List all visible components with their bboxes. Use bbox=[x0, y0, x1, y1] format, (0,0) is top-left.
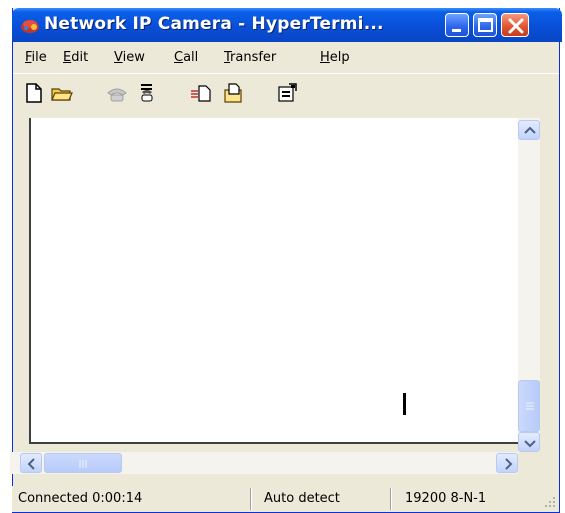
window-title: Network IP Camera - HyperTermi... bbox=[44, 14, 384, 34]
chevron-down-icon bbox=[524, 440, 536, 448]
chevron-left-icon bbox=[27, 458, 35, 470]
scroll-left-button[interactable] bbox=[20, 453, 42, 473]
grip-lines-icon bbox=[526, 402, 534, 410]
status-divider bbox=[250, 488, 252, 510]
menu-help[interactable]: Help bbox=[320, 50, 350, 65]
minimize-icon bbox=[452, 29, 461, 32]
title-bar[interactable]: Network IP Camera - HyperTermi... bbox=[12, 8, 562, 42]
open-icon[interactable] bbox=[51, 82, 73, 104]
disconnect-icon[interactable] bbox=[136, 82, 158, 104]
vertical-scroll-thumb[interactable] bbox=[518, 380, 540, 432]
connect-icon[interactable] bbox=[106, 82, 128, 104]
scroll-down-button[interactable] bbox=[518, 432, 540, 452]
chevron-right-icon bbox=[505, 458, 513, 470]
status-divider bbox=[390, 488, 392, 510]
terminal-display[interactable] bbox=[29, 118, 520, 444]
port-settings-status: 19200 8-N-1 bbox=[405, 491, 487, 506]
horizontal-scrollbar[interactable] bbox=[10, 452, 518, 474]
menu-file[interactable]: File bbox=[25, 50, 47, 65]
close-button[interactable] bbox=[501, 13, 529, 37]
minimize-button[interactable] bbox=[445, 13, 469, 37]
resize-grip-icon[interactable] bbox=[542, 494, 556, 508]
menu-call[interactable]: Call bbox=[174, 50, 198, 65]
text-cursor bbox=[403, 393, 406, 415]
close-icon bbox=[508, 18, 524, 34]
detect-status: Auto detect bbox=[264, 491, 340, 506]
new-icon[interactable] bbox=[23, 82, 45, 104]
maximize-icon bbox=[478, 18, 493, 32]
menu-edit[interactable]: Edit bbox=[63, 50, 88, 65]
menu-transfer[interactable]: Transfer bbox=[224, 50, 276, 65]
receive-icon[interactable] bbox=[222, 82, 244, 104]
horizontal-scroll-thumb[interactable] bbox=[44, 453, 122, 473]
hyperterminal-phone-icon bbox=[21, 20, 39, 33]
scroll-right-button[interactable] bbox=[496, 453, 518, 473]
vertical-scrollbar[interactable] bbox=[518, 118, 540, 452]
status-bar: Connected 0:00:14 Auto detect 19200 8-N-… bbox=[12, 486, 558, 512]
connection-status: Connected 0:00:14 bbox=[18, 491, 143, 506]
menu-view[interactable]: View bbox=[114, 50, 145, 65]
menu-bar: File Edit View Call Transfer Help bbox=[13, 42, 559, 72]
chevron-up-icon bbox=[524, 126, 536, 134]
maximize-button[interactable] bbox=[473, 13, 497, 37]
scroll-up-button[interactable] bbox=[518, 120, 540, 140]
toolbar bbox=[13, 73, 559, 114]
grip-lines-icon bbox=[79, 460, 87, 468]
properties-icon[interactable] bbox=[276, 82, 298, 104]
send-icon[interactable] bbox=[190, 82, 212, 104]
